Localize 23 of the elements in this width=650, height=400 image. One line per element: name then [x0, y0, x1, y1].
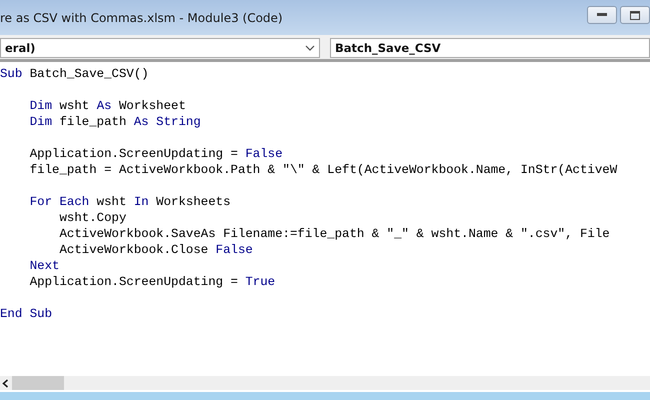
minimize-button[interactable]	[587, 6, 617, 24]
chevron-down-icon	[305, 45, 315, 51]
code-line: End Sub	[0, 306, 54, 322]
code-line: Dim wsht As Worksheet	[28, 98, 187, 114]
procedure-dropdown[interactable]: Batch_Save_CSV	[330, 38, 650, 58]
code-line: Application.ScreenUpdating = False	[28, 146, 284, 162]
code-line: For Each wsht In Worksheets	[28, 194, 232, 210]
minimize-icon	[597, 13, 607, 17]
scroll-left-icon[interactable]	[2, 378, 9, 388]
code-line: Sub Batch_Save_CSV()	[0, 66, 150, 82]
code-line: Next	[28, 258, 60, 274]
restore-button[interactable]	[620, 6, 650, 24]
code-line: ActiveWorkbook.SaveAs Filename:=file_path & "_" & wsht.Name & ".csv", File	[58, 226, 611, 242]
restore-icon	[630, 10, 640, 20]
object-dropdown[interactable]: eral)	[0, 38, 320, 58]
code-line: wsht.Copy	[58, 210, 128, 226]
code-line: Application.ScreenUpdating = True	[28, 274, 276, 290]
code-line: Dim file_path As String	[28, 114, 202, 130]
horizontal-scrollbar[interactable]	[0, 376, 650, 390]
scrollbar-thumb[interactable]	[12, 376, 64, 390]
window-title: re as CSV with Commas.xlsm - Module3 (Code)	[0, 10, 283, 24]
code-line: file_path = ActiveWorkbook.Path & "\" & Left(ActiveWorkbook.Name, InStr(ActiveW	[28, 162, 618, 178]
code-line: ActiveWorkbook.Close False	[58, 242, 254, 258]
